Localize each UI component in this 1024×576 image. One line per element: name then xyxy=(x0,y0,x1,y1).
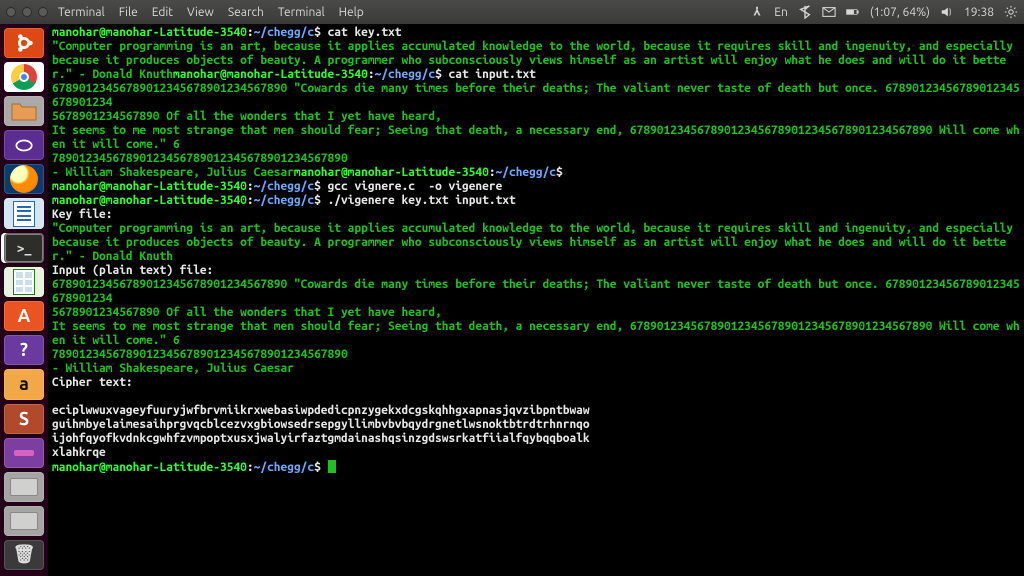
terminal-icon[interactable]: >_ xyxy=(4,233,44,264)
cmd-gcc: gcc vignere.c -o vigenere xyxy=(328,180,503,193)
input-echo-line5: - William Shakespeare, Julius Caesar xyxy=(52,362,294,375)
mail-icon[interactable] xyxy=(822,5,836,19)
cmd-cat-input: cat input.txt xyxy=(449,68,536,81)
minimize-window-icon[interactable] xyxy=(22,7,32,17)
sublime-icon[interactable]: S xyxy=(4,404,44,434)
help-icon[interactable]: ? xyxy=(4,335,44,365)
cipher-line1: eciplwwuxvageyfuuryjwfbrvmiikrxwebasiwpd… xyxy=(52,404,590,417)
input-file-line5: - William Shakespeare, Julius Caesar xyxy=(52,166,294,179)
chrome-icon[interactable] xyxy=(4,62,44,92)
firefox-icon[interactable] xyxy=(4,164,44,194)
volume-icon[interactable] xyxy=(940,5,954,19)
cmd-cat-key: cat key.txt xyxy=(328,26,402,39)
input-echo-line4: 7890123456789012345678901234567890123456… xyxy=(52,348,348,361)
input-file-line3: It seems to me most strange that men sho… xyxy=(52,124,1020,151)
trash-icon[interactable]: 🗑 xyxy=(4,540,44,570)
prompt-user: manohar@manohar-Latitude-3540 xyxy=(52,26,247,39)
key-file-echo: "Computer programming is an art, because… xyxy=(52,222,1020,263)
terminal-cursor xyxy=(328,460,336,473)
keyboard-layout-indicator[interactable]: En xyxy=(774,6,788,19)
hdr-cipher: Cipher text: xyxy=(52,376,133,389)
window-buttons xyxy=(6,7,48,17)
menu-file[interactable]: File xyxy=(119,6,138,19)
shield-app-icon[interactable]: ⬭ xyxy=(4,130,44,160)
cmd-run: ./vigenere key.txt input.txt xyxy=(328,194,516,207)
unity-launcher: ⬭ >_ A ? a S 🗑 xyxy=(0,24,48,576)
system-tray: En (1:07, 64%) 19:38 xyxy=(750,5,1018,19)
input-echo-line2: 5678901234567890 Of all the wonders that… xyxy=(52,306,442,319)
cipher-line4: xlahkrqe xyxy=(52,446,106,459)
input-file-line2: 5678901234567890 Of all the wonders that… xyxy=(52,110,442,123)
menu-view[interactable]: View xyxy=(187,6,214,19)
menu-search[interactable]: Search xyxy=(228,6,264,19)
terminal-viewport[interactable]: manohar@manohar-Latitude-3540:~/chegg/c$… xyxy=(48,24,1024,576)
input-file-line4: 7890123456789012345678901234567890123456… xyxy=(52,152,348,165)
network-icon[interactable] xyxy=(750,5,764,19)
menu-bar: Terminal File Edit View Search Terminal … xyxy=(58,6,364,19)
hdr-key-file: Key file: xyxy=(52,208,112,221)
cipher-line2: guihmbyelaimesaihprgvqcblcezvxgbiowsedrs… xyxy=(52,418,590,431)
menu-help[interactable]: Help xyxy=(339,6,364,19)
screenshot-icon[interactable] xyxy=(4,438,44,468)
hdr-input-file: Input (plain text) file: xyxy=(52,264,213,277)
software-center-icon[interactable]: A xyxy=(4,301,44,331)
menu-edit[interactable]: Edit xyxy=(152,6,173,19)
files-icon[interactable] xyxy=(4,96,44,126)
input-echo-line1: 67890123456789012345678901234567890 "Cow… xyxy=(52,278,1020,305)
input-echo-line3: It seems to me most strange that men sho… xyxy=(52,320,1020,347)
maximize-window-icon[interactable] xyxy=(38,7,48,17)
app-name-label: Terminal xyxy=(58,6,105,19)
cipher-line3: ijohfqyofkvdnkcgwhfzvmpoptxusxjwalyirfaz… xyxy=(52,432,590,445)
bluetooth-icon[interactable] xyxy=(798,5,812,19)
writer-icon[interactable] xyxy=(4,198,44,228)
amazon-icon[interactable]: a xyxy=(4,369,44,399)
input-file-line1: 67890123456789012345678901234567890 "Cow… xyxy=(52,82,1020,109)
battery-icon[interactable] xyxy=(846,5,860,19)
battery-label: (1:07, 64%) xyxy=(870,6,930,19)
menu-terminal[interactable]: Terminal xyxy=(278,6,325,19)
clock-label[interactable]: 19:38 xyxy=(964,6,994,19)
prompt-path: ~/chegg/c xyxy=(254,26,314,39)
mounted-disk-2-icon[interactable] xyxy=(4,506,44,536)
top-menu-bar: Terminal File Edit View Search Terminal … xyxy=(0,0,1024,24)
close-window-icon[interactable] xyxy=(6,7,16,17)
settings-gear-icon[interactable] xyxy=(1004,5,1018,19)
calc-icon[interactable] xyxy=(4,267,44,297)
mounted-disk-1-icon[interactable] xyxy=(4,472,44,502)
dash-icon[interactable] xyxy=(4,28,44,58)
